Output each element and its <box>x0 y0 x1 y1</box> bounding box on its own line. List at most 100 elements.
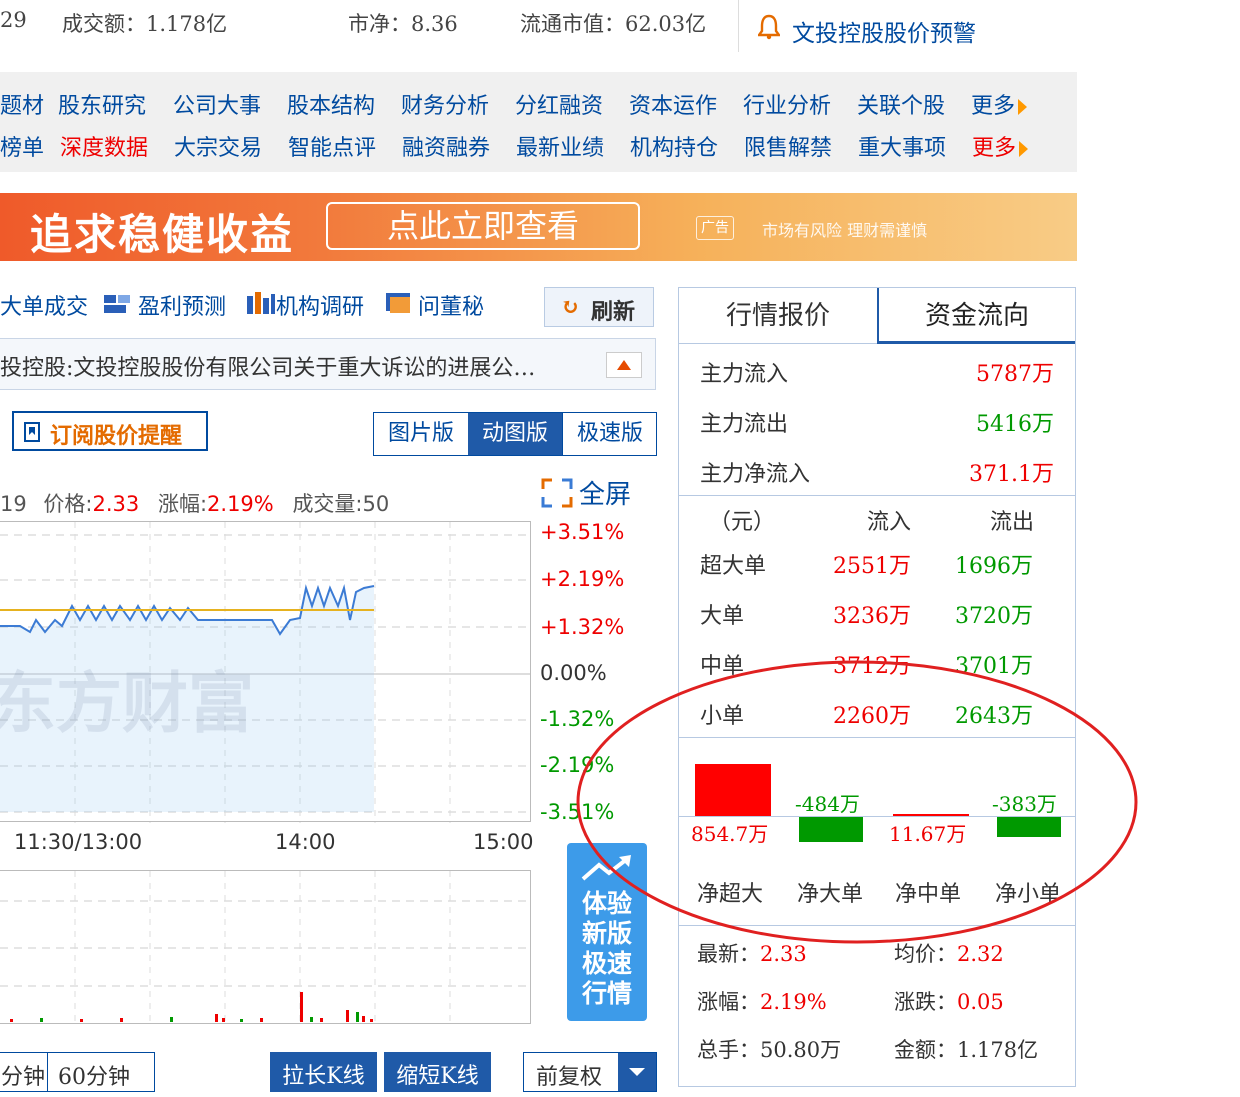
banner-cta-button[interactable]: 点此立即查看 <box>326 202 640 250</box>
net-bar <box>799 817 863 842</box>
nav-item[interactable]: 股东研究 <box>58 88 146 120</box>
volume-bar <box>215 1014 218 1022</box>
y-tick: +3.51% <box>540 520 625 544</box>
nav-item[interactable]: 资本运作 <box>629 88 717 120</box>
stat-label: 涨幅： <box>697 990 760 1014</box>
stat-label: 均价： <box>894 942 957 966</box>
nav-item[interactable]: 行业分析 <box>743 88 831 120</box>
adjust-value: 前复权 <box>536 1065 603 1090</box>
nav-more-label: 更多 <box>972 136 1017 161</box>
nav-item[interactable]: 深度数据 <box>60 130 148 162</box>
lengthen-k-button[interactable]: 拉长K线 <box>270 1052 377 1092</box>
profit-forecast-link[interactable]: 盈利预测 <box>138 289 226 321</box>
volume-bar <box>310 1017 313 1022</box>
nav-item[interactable]: 榜单 <box>0 130 44 162</box>
arrow-right-icon <box>1018 99 1028 115</box>
x-tick: 15:00 <box>473 830 534 854</box>
tab-quote[interactable]: 行情报价 <box>679 288 877 344</box>
net-label: 净小单 <box>995 882 1062 907</box>
bookmark-icon <box>24 422 40 442</box>
announcement-bar[interactable]: 投控股:文投控股股份有限公司关于重大诉讼的进展公… <box>0 338 656 390</box>
volume-text: 成交量:50 <box>292 492 390 516</box>
row-out: 1696万 <box>955 554 1033 579</box>
divider <box>679 495 1075 496</box>
sixty-minute-button[interactable]: 60分钟 <box>47 1052 155 1092</box>
chevron-down-icon <box>618 1053 656 1091</box>
ad-disclaimer: 市场有风险 理财需谨慎 <box>762 221 928 240</box>
banner-headline: 追求稳健收益 <box>30 210 295 259</box>
volume-bar <box>120 1018 123 1022</box>
price-alert-link[interactable]: 文投控股股价预警 <box>792 14 976 48</box>
mode-image[interactable]: 图片版 <box>374 413 468 455</box>
volume-bar <box>222 1018 225 1022</box>
fullscreen-label: 全屏 <box>579 480 632 510</box>
nav-item[interactable]: 最新业绩 <box>516 130 604 162</box>
volume-bar <box>356 1012 359 1022</box>
net-bar <box>893 814 969 816</box>
nav-item[interactable]: 重大事项 <box>858 130 946 162</box>
nav-item[interactable]: 公司大事 <box>173 88 261 120</box>
price-value: 2.33 <box>92 492 140 516</box>
nav-item[interactable]: 机构持仓 <box>630 130 718 162</box>
big-order-link[interactable]: 大单成交 <box>0 289 88 321</box>
net-value: 854.7万 <box>691 822 769 846</box>
main-outflow-value: 5416万 <box>976 412 1054 437</box>
ad-banner[interactable]: 追求稳健收益 点此立即查看 广告 市场有风险 理财需谨慎 <box>0 193 1077 261</box>
nav-more[interactable]: 更多 <box>972 130 1029 162</box>
stat-value: 0.05 <box>957 990 1004 1014</box>
y-tick: -1.32% <box>540 707 615 731</box>
main-net-value: 371.1万 <box>969 462 1054 487</box>
stat-value: 1.178亿 <box>957 1038 1039 1062</box>
volume-chart <box>0 870 531 1025</box>
net-value: -484万 <box>795 792 860 816</box>
stat-amount: 金额：1.178亿 <box>894 1034 1038 1064</box>
stock-nav: 题材 股东研究 公司大事 股本结构 财务分析 分红融资 资本运作 行业分析 关联… <box>0 72 1077 172</box>
adjust-select[interactable]: 前复权 <box>523 1052 657 1092</box>
net-label: 净中单 <box>895 882 962 907</box>
nav-item[interactable]: 融资融券 <box>402 130 490 162</box>
bell-icon <box>756 14 782 44</box>
nav-item[interactable]: 股本结构 <box>287 88 375 120</box>
nav-item[interactable]: 大宗交易 <box>174 130 262 162</box>
mode-fast[interactable]: 极速版 <box>562 413 657 455</box>
divider <box>679 925 1075 926</box>
row-out: 3720万 <box>955 604 1033 629</box>
ad-tag: 广告 <box>696 216 734 240</box>
nav-item[interactable]: 财务分析 <box>401 88 489 120</box>
subscribe-alert-button[interactable]: 订阅股价提醒 <box>12 411 208 451</box>
try-fast-quote-button[interactable]: 体验新版极速行情 <box>567 843 647 1021</box>
nav-item[interactable]: 限售解禁 <box>744 130 832 162</box>
row-in: 2260万 <box>833 704 911 729</box>
nav-item[interactable]: 题材 <box>0 88 44 120</box>
caret-up-icon <box>617 360 631 370</box>
nav-item[interactable]: 分红融资 <box>515 88 603 120</box>
trend-icon <box>581 855 631 881</box>
divider <box>738 0 739 52</box>
announcement-text[interactable]: 投控股:文投控股股份有限公司关于重大诉讼的进展公… <box>0 350 535 382</box>
table-head: 流出 <box>990 510 1035 535</box>
row-out: 3701万 <box>955 654 1033 679</box>
table-head: 流入 <box>867 510 912 535</box>
nav-item[interactable]: 智能点评 <box>288 130 376 162</box>
row-out: 2643万 <box>955 704 1033 729</box>
x-tick: 11:30/13:00 <box>14 830 143 854</box>
minute-button[interactable]: 分钟 <box>0 1052 48 1092</box>
info-left-num: 29 <box>0 8 27 32</box>
refresh-button[interactable]: ↻ 刷新 <box>544 287 654 327</box>
shorten-k-button[interactable]: 缩短K线 <box>384 1052 491 1092</box>
info-pb: 市净：8.36 <box>348 12 458 36</box>
intraday-chart[interactable]: 东方财富 <box>0 521 531 823</box>
ask-secretary-link[interactable]: 问董秘 <box>418 289 484 321</box>
mode-animated[interactable]: 动图版 <box>468 413 562 455</box>
institution-research-link[interactable]: 机构调研 <box>276 289 364 321</box>
row-label: 大单 <box>700 604 745 629</box>
row-label: 小单 <box>700 704 745 729</box>
nav-item[interactable]: 关联个股 <box>857 88 945 120</box>
volume-bar <box>80 1019 83 1022</box>
stat-volume: 总手：50.80万 <box>697 1034 841 1064</box>
refresh-icon: ↻ <box>561 294 580 320</box>
tab-capital-flow[interactable]: 资金流向 <box>877 288 1075 344</box>
collapse-button[interactable] <box>606 352 642 378</box>
nav-more[interactable]: 更多 <box>971 88 1028 120</box>
volume-bar <box>40 1018 43 1022</box>
